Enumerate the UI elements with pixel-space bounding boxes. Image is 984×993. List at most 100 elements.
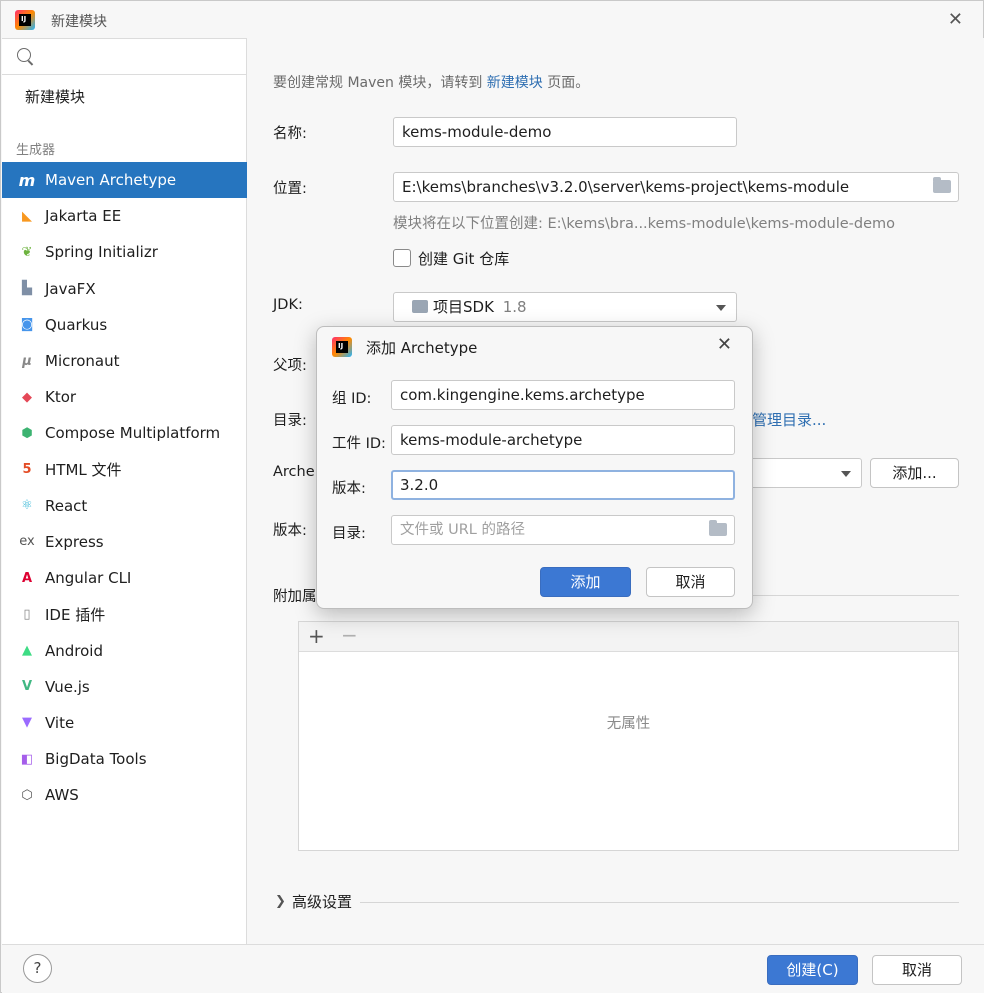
generators-list: m Maven Archetype ◣ Jakarta EE ❦ Spring … <box>2 162 247 813</box>
group-id-field[interactable]: com.kingengine.kems.archetype <box>391 380 735 410</box>
vite-icon: ▼ <box>22 715 32 731</box>
micronaut-icon: μ <box>22 353 32 369</box>
sidebar-item-label: React <box>45 496 88 515</box>
sidebar-item-label: BigData Tools <box>45 750 147 769</box>
git-repo-checkbox[interactable] <box>393 249 411 267</box>
android-icon: ▲ <box>22 643 32 659</box>
info-prefix: 要创建常规 Maven 模块，请转到 <box>273 75 483 91</box>
quarkus-icon: ◙ <box>20 317 34 333</box>
sidebar-item-label: Vue.js <box>45 677 90 696</box>
jdk-dropdown[interactable]: 项目SDK 1.8 <box>393 292 737 322</box>
angular-icon: A <box>21 570 33 586</box>
sidebar-item-react[interactable]: ⚛ React <box>2 488 247 524</box>
location-label: 位置: <box>273 181 307 197</box>
sidebar-item-label: Android <box>45 641 103 660</box>
sidebar-item-bigdata-tools[interactable]: ◧ BigData Tools <box>2 741 247 777</box>
artifact-id-field[interactable]: kems-module-archetype <box>391 425 735 455</box>
sidebar-item-vuejs[interactable]: V Vue.js <box>2 669 247 705</box>
empty-properties-text: 无属性 <box>606 716 651 732</box>
archetype-label: Arche <box>273 464 315 480</box>
sidebar-item-angular-cli[interactable]: A Angular CLI <box>2 560 247 596</box>
manage-catalogs-link[interactable]: 管理目录... <box>752 409 826 430</box>
sidebar-item-javafx[interactable]: ▙ JavaFX <box>2 271 247 307</box>
sidebar-item-label: Compose Multiplatform <box>45 424 221 443</box>
add-property-icon[interactable]: + <box>308 624 325 648</box>
sidebar-item-quarkus[interactable]: ◙ Quarkus <box>2 307 247 343</box>
name-field[interactable]: kems-module-demo <box>393 117 737 147</box>
add-button[interactable]: 添加 <box>540 567 631 597</box>
add-archetype-dialog: IJ 添加 Archetype ✕ 组 ID: com.kingengine.k… <box>316 326 753 609</box>
sidebar-item-label: Angular CLI <box>45 569 132 588</box>
bigdata-icon: ◧ <box>20 751 34 767</box>
jdk-label: JDK: <box>273 297 303 313</box>
sidebar-item-label: Spring Initializr <box>45 243 158 262</box>
catalog-path-field[interactable]: 文件或 URL 的路径 <box>391 515 735 545</box>
name-label: 名称: <box>273 126 307 142</box>
sidebar-item-vite[interactable]: ▼ Vite <box>2 705 247 741</box>
sidebar-item-maven-archetype[interactable]: m Maven Archetype <box>2 162 247 199</box>
search-input[interactable] <box>2 39 247 75</box>
divider <box>360 902 959 903</box>
sidebar-item-aws[interactable]: ⬡ AWS <box>2 777 247 813</box>
search-icon <box>17 48 31 62</box>
sidebar-item-express[interactable]: ex Express <box>2 524 247 560</box>
html5-icon: 5 <box>22 462 32 478</box>
sidebar-item-micronaut[interactable]: μ Micronaut <box>2 343 247 379</box>
add-archetype-button[interactable]: 添加... <box>870 458 959 488</box>
react-icon: ⚛ <box>21 498 33 514</box>
close-icon[interactable]: ✕ <box>948 9 963 30</box>
javafx-icon: ▙ <box>22 281 32 297</box>
sidebar-item-new-module[interactable]: 新建模块 <box>25 86 85 107</box>
location-hint: 模块将在以下位置创建: E:\kems\bra...kems-module\ke… <box>393 216 896 232</box>
maven-icon: m <box>18 170 36 190</box>
version-field[interactable]: 3.2.0 <box>391 470 735 500</box>
sidebar-item-label: Quarkus <box>45 315 108 334</box>
sidebar-item-label: Vite <box>45 713 75 732</box>
title-bar: IJ 新建模块 ✕ <box>1 1 983 38</box>
sidebar-item-label: Micronaut <box>45 352 120 371</box>
cancel-button[interactable]: 取消 <box>646 567 735 597</box>
properties-toolbar: + − <box>299 622 958 652</box>
cancel-button[interactable]: 取消 <box>872 955 962 985</box>
dialog-title: 添加 Archetype <box>366 339 478 357</box>
chevron-right-icon[interactable]: ❯ <box>275 894 286 909</box>
sidebar-item-spring-initializr[interactable]: ❦ Spring Initializr <box>2 234 247 270</box>
sidebar-item-android[interactable]: ▲ Android <box>2 632 247 668</box>
jdk-value: 项目SDK <box>433 298 494 316</box>
sidebar-item-ktor[interactable]: ◆ Ktor <box>2 379 247 415</box>
jakarta-icon: ◣ <box>22 208 32 224</box>
remove-property-icon[interactable]: − <box>341 623 358 647</box>
catalog-label: 目录: <box>273 413 307 429</box>
sdk-folder-icon <box>412 300 428 313</box>
sidebar-item-html[interactable]: 5 HTML 文件 <box>2 452 247 488</box>
sidebar-item-ide-plugin[interactable]: ▯ IDE 插件 <box>2 596 247 632</box>
window-title: 新建模块 <box>51 14 107 30</box>
chevron-down-icon <box>716 305 726 311</box>
new-module-link[interactable]: 新建模块 <box>487 75 543 91</box>
chevron-down-icon <box>841 471 851 477</box>
sidebar-item-label: Ktor <box>45 388 77 407</box>
catalog-label: 目录: <box>332 526 366 542</box>
ktor-icon: ◆ <box>22 389 32 405</box>
create-button[interactable]: 创建(C) <box>767 955 858 985</box>
ide-plugin-icon: ▯ <box>23 606 31 622</box>
help-button[interactable]: ? <box>23 954 52 983</box>
intellij-logo-icon: IJ <box>15 10 35 30</box>
git-repo-label: 创建 Git 仓库 <box>418 250 510 268</box>
version-label: 版本: <box>273 523 307 539</box>
intellij-logo-icon: IJ <box>332 337 352 357</box>
version-label: 版本: <box>332 481 366 497</box>
location-field[interactable]: E:\kems\branches\v3.2.0\server\kems-proj… <box>393 172 959 202</box>
folder-icon[interactable] <box>709 520 727 536</box>
sidebar-item-jakarta-ee[interactable]: ◣ Jakarta EE <box>2 198 247 234</box>
express-icon: ex <box>19 534 35 550</box>
sidebar: 新建模块 生成器 m Maven Archetype ◣ Jakarta EE … <box>2 38 247 944</box>
advanced-settings-toggle[interactable]: 高级设置 <box>292 891 352 912</box>
folder-icon[interactable] <box>933 177 951 193</box>
aws-icon: ⬡ <box>21 787 33 803</box>
sidebar-item-compose-multiplatform[interactable]: ⬢ Compose Multiplatform <box>2 415 247 451</box>
info-text: 要创建常规 Maven 模块，请转到 新建模块 页面。 <box>273 72 589 92</box>
close-icon[interactable]: ✕ <box>717 334 732 355</box>
sidebar-item-label: Maven Archetype <box>45 171 177 190</box>
properties-table: + − 无属性 <box>298 621 959 851</box>
